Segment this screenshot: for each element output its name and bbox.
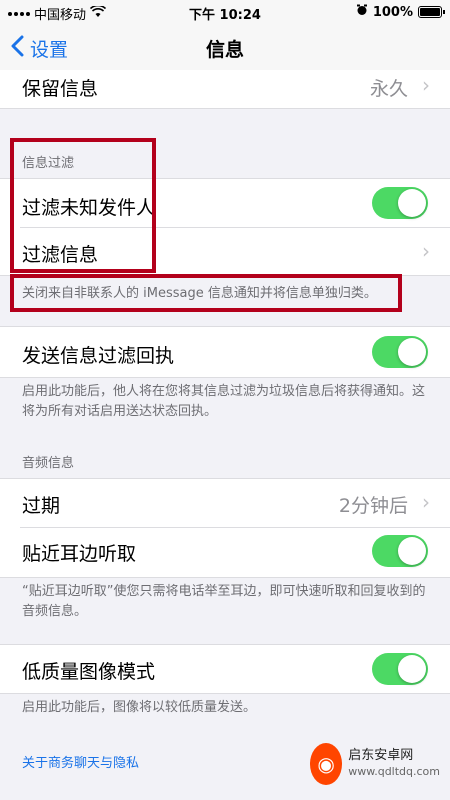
- raise-to-listen-label: 贴近耳边听取: [22, 543, 137, 565]
- low-quality-label: 低质量图像模式: [22, 661, 156, 683]
- chevron-right-icon: ›: [422, 490, 430, 514]
- chevron-right-icon: ›: [422, 239, 430, 263]
- audio-group: 过期 2分钟后 › 贴近耳边听取: [0, 478, 450, 578]
- watermark-name: 启东安卓网: [348, 748, 414, 763]
- low-quality-row: 低质量图像模式: [0, 644, 450, 694]
- receipt-note: 启用此功能后，他人将在您将其信息过滤为垃圾信息后将获得通知。这将为所有对话启用送…: [22, 384, 426, 419]
- raise-note: “贴近耳边听取”使您只需将电话举至耳边，即可快速听取和回复收到的音频信息。: [22, 584, 426, 619]
- watermark: ◉ 启东安卓网 www.qdltdq.com: [310, 740, 440, 788]
- low-quality-toggle[interactable]: [372, 653, 428, 685]
- low-quality-note: 启用此功能后，图像将以较低质量发送。: [22, 700, 257, 715]
- expire-row[interactable]: 过期 2分钟后 ›: [0, 479, 450, 527]
- keep-messages-value: 永久: [369, 78, 408, 100]
- send-filter-receipt-row: 发送信息过滤回执: [0, 326, 450, 378]
- alarm-icon: [356, 4, 368, 20]
- keep-messages-row[interactable]: 保留信息 永久 ›: [0, 70, 450, 109]
- send-filter-receipt-label: 发送信息过滤回执: [22, 345, 175, 367]
- battery-icon: [418, 6, 445, 18]
- page-title: 信息: [205, 39, 244, 61]
- divider: [20, 527, 450, 528]
- expire-label: 过期: [22, 495, 61, 517]
- business-chat-privacy-link[interactable]: 关于商务聊天与隐私: [22, 752, 139, 771]
- filter-unknown-toggle[interactable]: [372, 187, 428, 219]
- chevron-right-icon: ›: [422, 73, 430, 97]
- watermark-url: www.qdltdq.com: [348, 765, 440, 778]
- nav-bar: 设置 信息: [0, 24, 450, 71]
- section-header-audio: 音频信息: [22, 456, 75, 471]
- highlight-box-note: [10, 274, 402, 312]
- send-filter-receipt-toggle[interactable]: [372, 336, 428, 368]
- status-bar: 中国移动 下午 10:24 100%: [0, 0, 450, 24]
- battery-percent: 100%: [372, 4, 413, 20]
- battery-info: 100%: [356, 4, 445, 20]
- highlight-box-filter: [10, 138, 156, 273]
- expire-value: 2分钟后: [338, 495, 408, 517]
- watermark-logo-icon: ◉: [310, 743, 343, 785]
- raise-to-listen-toggle[interactable]: [372, 535, 428, 567]
- keep-messages-label: 保留信息: [22, 78, 99, 100]
